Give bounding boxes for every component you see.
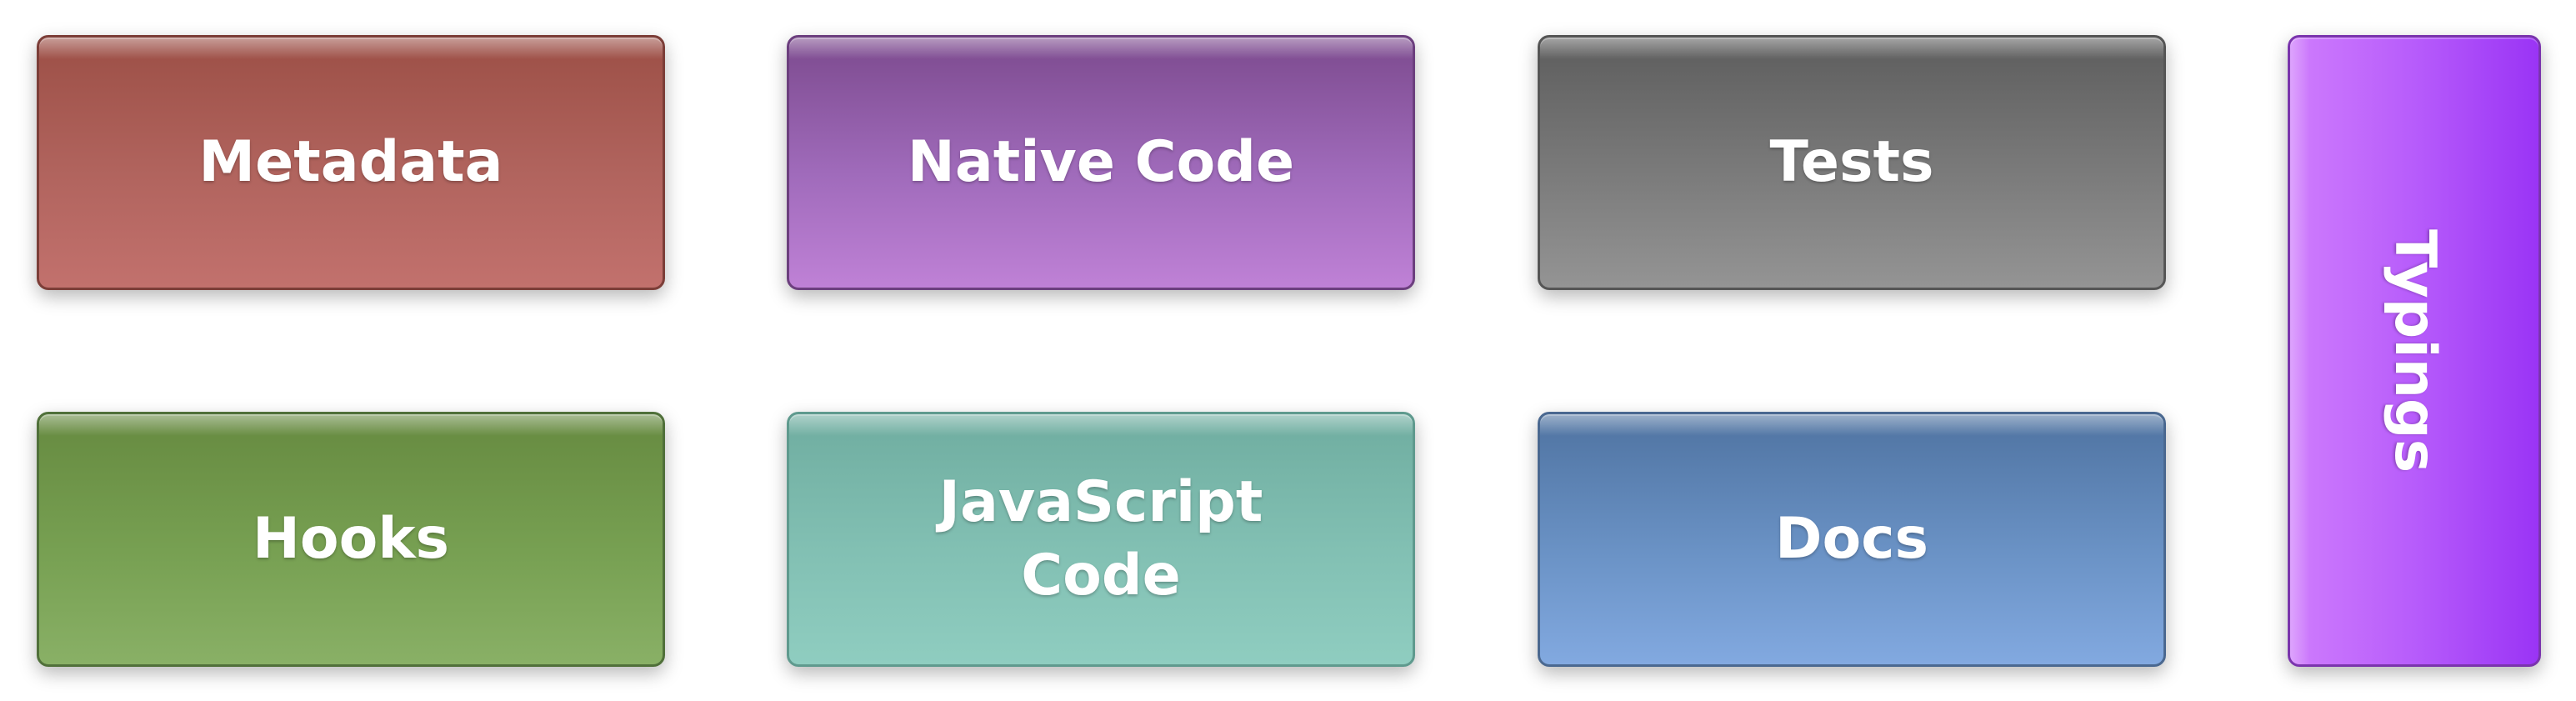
tests-box: Tests (1538, 35, 2166, 290)
hooks-box: Hooks (37, 412, 665, 667)
docs-box: Docs (1538, 412, 2166, 667)
native-code-label: Native Code (907, 128, 1295, 195)
typings-label: Typings (2382, 228, 2448, 473)
tests-label: Tests (1769, 128, 1934, 195)
javascript-code-label-line2: Code (1021, 543, 1181, 608)
javascript-code-label: JavaScript Code (939, 466, 1263, 613)
metadata-label: Metadata (198, 128, 503, 195)
hooks-label: Hooks (252, 505, 450, 572)
metadata-box: Metadata (37, 35, 665, 290)
native-code-box: Native Code (787, 35, 1415, 290)
javascript-code-label-line1: JavaScript (938, 468, 1263, 535)
docs-label: Docs (1775, 505, 1928, 572)
typings-box: Typings (2288, 35, 2541, 667)
javascript-code-box: JavaScript Code (787, 412, 1415, 667)
